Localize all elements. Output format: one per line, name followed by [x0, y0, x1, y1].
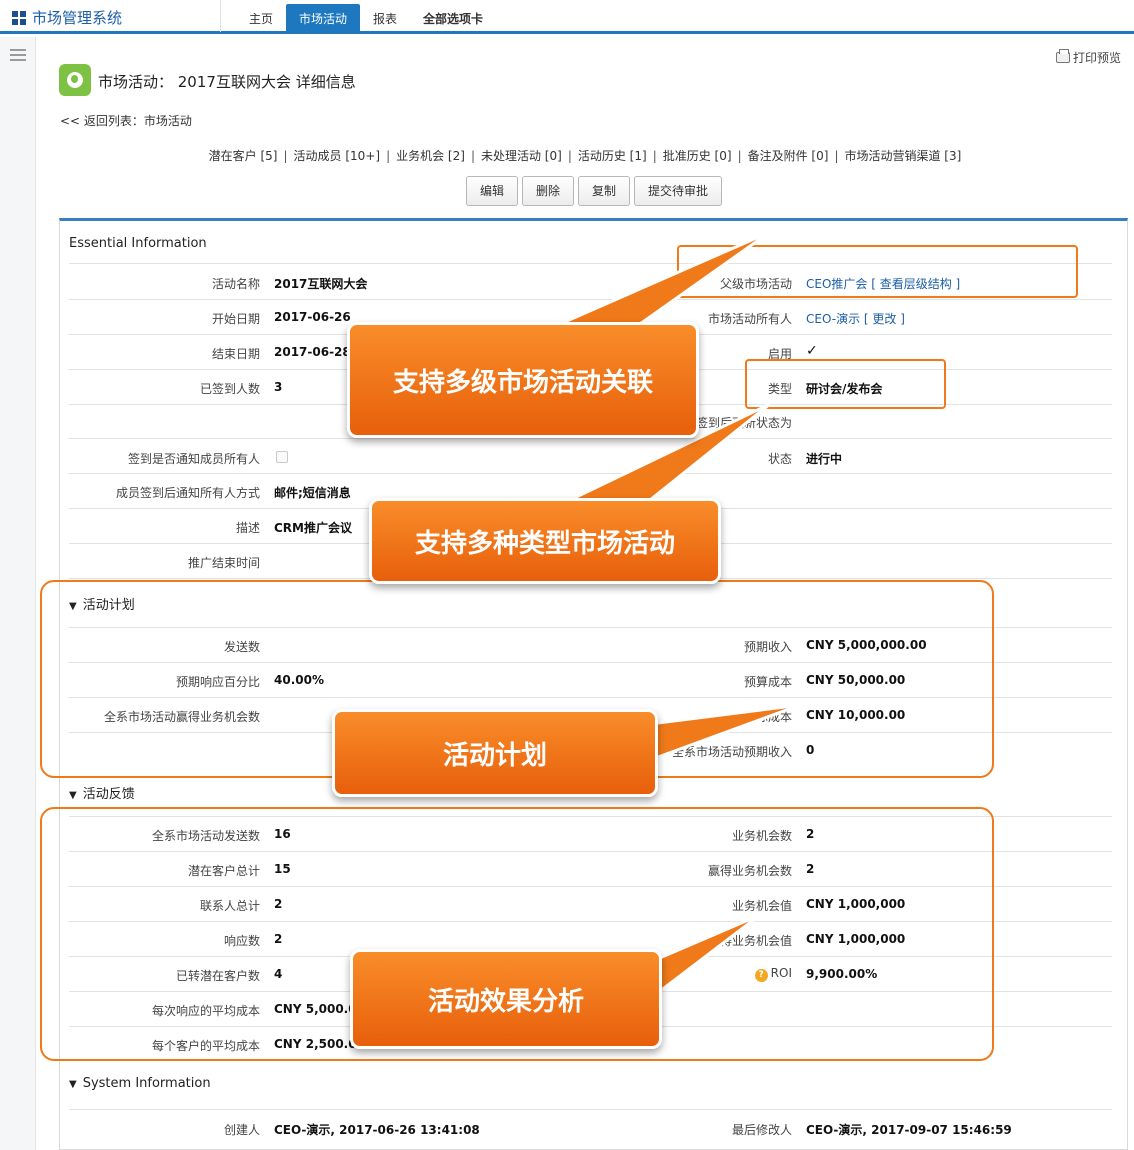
campaign-icon [59, 64, 91, 96]
related-link-members[interactable]: 活动成员 [10+] [294, 149, 381, 163]
section-essential-title: Essential Information [69, 236, 207, 251]
related-link-activity-history[interactable]: 活动历史 [1] [578, 149, 647, 163]
related-link-opportunities[interactable]: 业务机会 [2] [396, 149, 465, 163]
field-label-description: 描述 [235, 521, 260, 535]
field-label-start: 开始日期 [211, 312, 260, 326]
back-to-list-link[interactable]: << 返回列表：市场活动 [60, 112, 192, 129]
page-title: 市场活动： 2017互联网大会 详细信息 [98, 73, 356, 91]
field-value-status: 进行中 [806, 452, 843, 466]
printer-icon [1056, 49, 1070, 63]
related-link-leads[interactable]: 潜在客户 [5] [209, 149, 278, 163]
app-title[interactable]: 市场管理系统 [12, 7, 122, 28]
field-label-end: 结束日期 [211, 347, 260, 361]
enabled-check-icon: ✓ [806, 343, 818, 359]
tab-all-tabs[interactable]: 全部选项卡 [410, 4, 496, 32]
tab-home[interactable]: 主页 [236, 4, 286, 32]
notify-checkbox [276, 451, 288, 463]
highlight-parent-campaign [677, 245, 1078, 298]
related-link-notes[interactable]: 备注及附件 [0] [748, 149, 829, 163]
field-label-modified-by: 最后修改人 [731, 1123, 792, 1137]
collapse-triangle-icon: ▼ [69, 790, 77, 801]
nav-divider [220, 0, 221, 32]
callout-multi-level: 支持多级市场活动关联 [347, 322, 699, 438]
action-buttons: 编辑 删除 复制 提交待审批 [466, 176, 723, 206]
field-label-created-by: 创建人 [223, 1123, 260, 1137]
callout-plan: 活动计划 [332, 709, 658, 797]
menu-icon[interactable] [10, 49, 26, 64]
section-feedback-toggle[interactable]: ▼ 活动反馈 [69, 783, 135, 802]
field-value-signed: 3 [274, 380, 283, 394]
app-grid-icon [12, 10, 26, 25]
owner-link[interactable]: CEO-演示 [ 更改 ] [806, 310, 905, 327]
field-value-notify-method: 邮件;短信消息 [274, 486, 351, 500]
field-value-name: 2017互联网大会 [274, 277, 368, 291]
field-label-promo-end: 推广结束时间 [187, 556, 260, 570]
copy-button[interactable]: 复制 [578, 176, 631, 206]
field-label-notify-method: 成员签到后通知所有人方式 [115, 486, 260, 500]
app-title-text: 市场管理系统 [32, 9, 123, 27]
field-value-created-by: CEO-演示, 2017-06-26 13:41:08 [274, 1123, 480, 1137]
top-bar: 市场管理系统 主页 市场活动 报表 全部选项卡 [0, 0, 1134, 34]
callout-multi-type: 支持多种类型市场活动 [369, 498, 721, 584]
callout-effect: 活动效果分析 [350, 949, 662, 1049]
field-value-modified-by: CEO-演示, 2017-09-07 15:46:59 [806, 1123, 1012, 1137]
highlight-type [745, 359, 946, 409]
section-system-toggle[interactable]: ▼ System Information [69, 1076, 211, 1091]
print-preview-label: 打印预览 [1073, 51, 1122, 65]
related-link-open-activities[interactable]: 未处理活动 [0] [481, 149, 562, 163]
tab-campaigns[interactable]: 市场活动 [286, 4, 361, 32]
edit-button[interactable]: 编辑 [466, 176, 519, 206]
print-preview-link[interactable]: 打印预览 [1056, 49, 1121, 66]
field-label-status: 状态 [767, 452, 792, 466]
field-value-end: 2017-06-28 [274, 345, 351, 359]
section-system-title: System Information [82, 1076, 211, 1091]
divider [69, 1109, 1112, 1110]
divider [69, 473, 1112, 474]
related-link-approval-history[interactable]: 批准历史 [0] [663, 149, 732, 163]
field-value-start: 2017-06-26 [274, 310, 351, 324]
main-tabs: 主页 市场活动 报表 全部选项卡 [236, 4, 496, 32]
section-feedback-title: 活动反馈 [82, 787, 135, 802]
related-link-channels[interactable]: 市场活动营销渠道 [3] [844, 149, 961, 163]
related-lists-links: 潜在客户 [5] | 活动成员 [10+] | 业务机会 [2] | 未处理活动 [0] | 活… [208, 149, 962, 163]
field-label-signed: 已签到人数 [199, 382, 260, 396]
field-value-description: CRM推广会议 [274, 521, 352, 535]
divider [69, 438, 1112, 439]
submit-approval-button[interactable]: 提交待审批 [634, 176, 723, 206]
tab-reports[interactable]: 报表 [360, 4, 410, 32]
field-label-name: 活动名称 [211, 277, 260, 291]
collapse-triangle-icon: ▼ [69, 1079, 77, 1090]
delete-button[interactable]: 删除 [522, 176, 575, 206]
field-label-notify: 签到是否通知成员所有人 [127, 452, 260, 466]
divider [69, 299, 1112, 300]
